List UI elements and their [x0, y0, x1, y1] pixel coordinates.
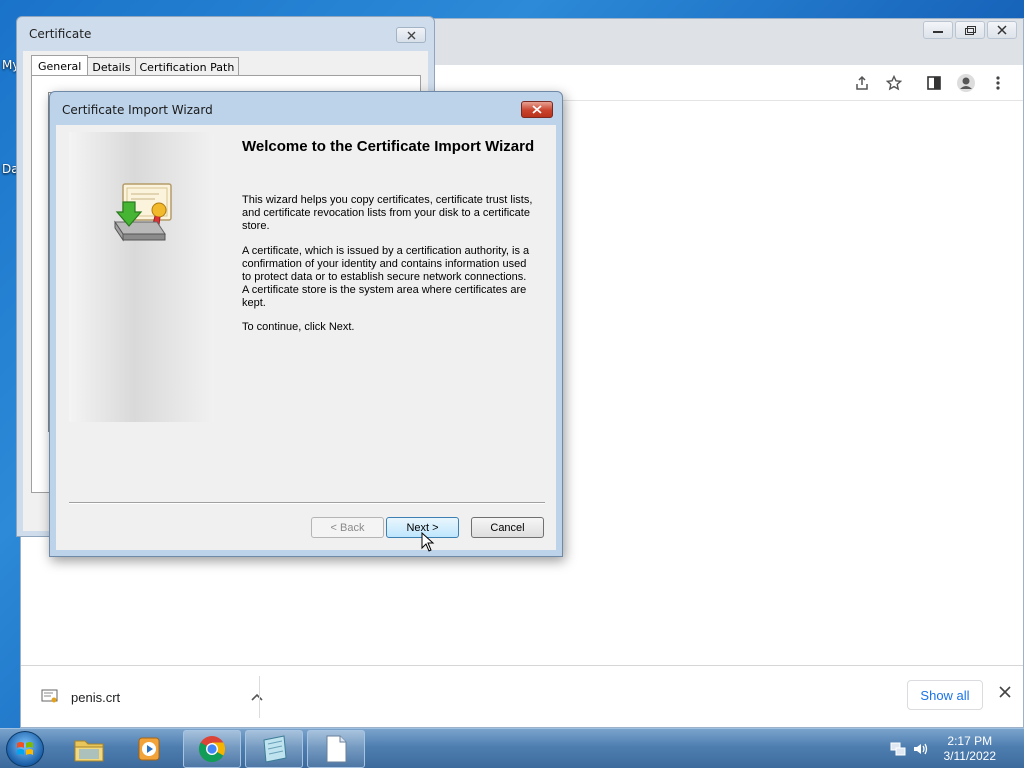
volume-icon[interactable] [912, 741, 928, 757]
certificate-window-title: Certificate [29, 27, 92, 41]
clock-time: 2:17 PM [947, 734, 993, 748]
windows-logo-icon [17, 742, 33, 755]
restore-icon [964, 25, 976, 35]
tab-certification-path[interactable]: Certification Path [134, 57, 240, 77]
maximize-button[interactable] [955, 21, 985, 39]
wizard-heading: Welcome to the Certificate Import Wizard [242, 138, 535, 155]
download-file-name: penis.crt [71, 689, 121, 705]
divider [259, 676, 260, 718]
cancel-button[interactable]: Cancel [471, 517, 544, 538]
clock-date: 3/11/2022 [943, 749, 997, 763]
wizard-paragraph-2: A certificate, which is issued by a cert… [242, 245, 530, 309]
show-all-button[interactable]: Show all [907, 680, 983, 710]
file-explorer-icon[interactable] [60, 730, 118, 768]
close-download-bar-icon[interactable] [999, 683, 1011, 702]
sidebar-icon[interactable] [923, 72, 945, 94]
minimize-button[interactable] [923, 21, 953, 39]
download-bar: penis.crt Show all [21, 665, 1023, 727]
profile-icon[interactable] [955, 72, 977, 94]
certificate-file-icon [41, 689, 58, 703]
media-player-icon[interactable] [121, 730, 179, 768]
network-icon[interactable] [890, 741, 906, 757]
certificate-import-icon [114, 183, 172, 242]
divider [69, 502, 545, 504]
tab-general[interactable]: General [31, 55, 89, 77]
tab-details[interactable]: Details [87, 57, 136, 77]
document-icon[interactable] [307, 730, 365, 768]
close-icon [997, 25, 1007, 35]
notepad-icon[interactable] [245, 730, 303, 768]
wizard-side-panel [69, 132, 214, 422]
wizard-close-button[interactable] [521, 101, 553, 118]
certificate-close-button[interactable] [396, 27, 426, 43]
star-icon[interactable] [883, 72, 905, 94]
share-icon[interactable] [851, 72, 873, 94]
taskbar: 2:17 PM 3/11/2022 [0, 728, 1024, 768]
menu-icon[interactable] [987, 72, 1009, 94]
chrome-icon[interactable] [183, 730, 241, 768]
system-tray: 2:17 PM 3/11/2022 [874, 729, 1024, 768]
close-icon [407, 31, 415, 39]
wizard-paragraph-3: To continue, click Next. [242, 321, 355, 333]
minimize-icon [933, 31, 943, 33]
chevron-up-icon[interactable] [251, 690, 263, 704]
certificate-tabs: General Details Certification Path [31, 55, 240, 77]
close-icon [532, 105, 542, 114]
mouse-cursor-icon [421, 532, 435, 552]
import-wizard-dialog: Certificate Import Wizard Welcome to the… [49, 91, 563, 557]
window-controls [923, 21, 1017, 39]
wizard-body: Welcome to the Certificate Import Wizard… [56, 125, 556, 550]
start-button[interactable] [6, 731, 44, 767]
wizard-title: Certificate Import Wizard [62, 103, 213, 117]
taskbar-clock[interactable]: 2:17 PM 3/11/2022 [944, 734, 997, 764]
download-item[interactable]: penis.crt [41, 680, 263, 714]
close-button[interactable] [987, 21, 1017, 39]
back-button[interactable]: < Back [311, 517, 384, 538]
wizard-paragraph-1: This wizard helps you copy certificates,… [242, 194, 533, 232]
